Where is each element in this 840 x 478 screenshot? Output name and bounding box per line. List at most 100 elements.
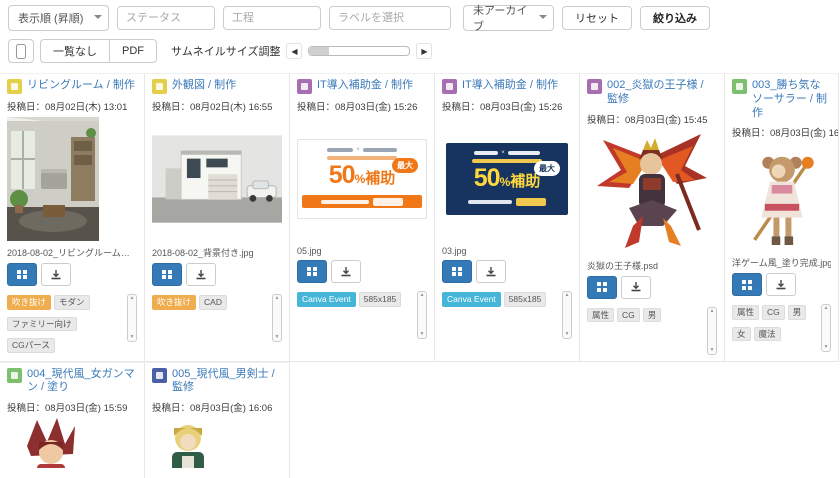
grid-view-button[interactable] xyxy=(7,263,37,286)
card-title-link[interactable]: 004_現代風_女ガンマン / 塗り xyxy=(27,368,137,396)
banner-footer-bar xyxy=(321,199,369,204)
grid-icon xyxy=(742,280,752,290)
grid-view-button[interactable] xyxy=(297,260,327,283)
card-title-link[interactable]: リビングルーム / 制作 xyxy=(27,79,135,93)
card-thumbnail[interactable]: × 50%補助 最大 xyxy=(442,115,572,243)
tag[interactable]: CGパース xyxy=(7,338,55,353)
tags-scrollbar[interactable]: ▲ ▼ xyxy=(417,291,427,339)
scroll-down-icon[interactable]: ▼ xyxy=(710,347,715,354)
card-thumbnail[interactable] xyxy=(152,416,282,468)
tag[interactable]: Canva Event xyxy=(442,292,501,307)
slider-handle[interactable] xyxy=(309,47,330,55)
pdf-button[interactable]: PDF xyxy=(109,39,157,63)
scroll-up-icon[interactable]: ▲ xyxy=(710,308,715,315)
tag[interactable]: 女 xyxy=(732,326,751,342)
tag[interactable]: 男 xyxy=(642,307,662,322)
download-button[interactable] xyxy=(766,273,796,297)
card-thumbnail[interactable] xyxy=(7,115,137,243)
tag[interactable]: 属性 xyxy=(587,307,615,322)
card-thumbnail[interactable] xyxy=(7,416,137,468)
card-checkbox[interactable] xyxy=(7,367,22,383)
grid-view-button[interactable] xyxy=(732,273,762,297)
scroll-up-icon[interactable]: ▲ xyxy=(420,292,425,299)
asset-card-banner-light: IT導入補助金 / 制作 投稿日：08月03日(金) 15:26 × 50%補助… xyxy=(290,73,435,362)
download-button[interactable] xyxy=(621,275,651,299)
tags-scrollbar[interactable]: ▲ ▼ xyxy=(272,294,282,342)
grid-view-button[interactable] xyxy=(152,263,182,286)
grid-view-button[interactable] xyxy=(587,275,617,299)
card-title-link[interactable]: 005_現代風_男剣士 / 監修 xyxy=(172,368,282,396)
view-mode-group: 一覧なし PDF xyxy=(40,39,157,63)
tag[interactable]: Canva Event xyxy=(297,292,356,307)
gunwoman-illustration xyxy=(7,416,93,468)
tags-scrollbar[interactable]: ▲ ▼ xyxy=(127,294,137,342)
scroll-down-icon[interactable]: ▼ xyxy=(275,334,280,341)
tag[interactable]: 585x185 xyxy=(358,292,402,307)
tag[interactable]: 属性 xyxy=(732,305,760,320)
download-button[interactable] xyxy=(186,263,216,286)
card-title-link[interactable]: IT導入補助金 / 制作 xyxy=(317,79,413,93)
slider-decrease-button[interactable]: ◀ xyxy=(286,43,303,59)
scroll-up-icon[interactable]: ▲ xyxy=(275,295,280,302)
card-checkbox[interactable] xyxy=(442,79,457,94)
tags-scrollbar[interactable]: ▲ ▼ xyxy=(707,306,717,355)
tag[interactable]: 585x185 xyxy=(503,292,547,307)
card-thumbnail[interactable] xyxy=(732,141,831,253)
tag[interactable]: モダン xyxy=(54,295,90,310)
card-checkbox[interactable] xyxy=(152,79,167,94)
card-checkbox[interactable] xyxy=(297,79,312,94)
download-button[interactable] xyxy=(331,260,361,283)
card-thumbnail[interactable] xyxy=(152,115,282,243)
slider-increase-button[interactable]: ▶ xyxy=(416,43,433,59)
scroll-down-icon[interactable]: ▼ xyxy=(824,344,829,351)
tag[interactable]: 男 xyxy=(787,305,807,320)
tag[interactable]: CG xyxy=(617,307,640,322)
tag[interactable]: 吹き抜け xyxy=(152,295,197,310)
tag[interactable]: 吹き抜け xyxy=(7,295,52,310)
scroll-down-icon[interactable]: ▼ xyxy=(130,334,135,341)
checkbox-inner xyxy=(591,83,598,90)
card-title-link[interactable]: 003_勝ち気なソーサラー / 制作 xyxy=(752,79,831,120)
card-thumbnail[interactable] xyxy=(587,128,717,256)
scroll-down-icon[interactable]: ▼ xyxy=(565,331,570,338)
card-posted-date: 投稿日：08月03日(金) 15:45 xyxy=(587,114,708,126)
scroll-down-icon[interactable]: ▼ xyxy=(420,331,425,338)
filter-button[interactable]: 絞り込み xyxy=(640,6,710,30)
scroll-up-icon[interactable]: ▲ xyxy=(565,292,570,299)
card-checkbox[interactable] xyxy=(7,79,22,94)
list-toggle-button[interactable]: 一覧なし xyxy=(40,39,109,63)
asset-card-swordsman: 005_現代風_男剣士 / 監修 投稿日：08月03日(金) 16:06 xyxy=(145,361,290,478)
tags-scrollbar[interactable]: ▲ ▼ xyxy=(821,304,831,353)
scroll-up-icon[interactable]: ▲ xyxy=(824,305,829,312)
process-input[interactable] xyxy=(223,6,321,30)
tag[interactable]: CAD xyxy=(199,295,227,310)
card-title-link[interactable]: IT導入補助金 / 制作 xyxy=(462,79,558,93)
tags-scrollbar[interactable]: ▲ ▼ xyxy=(562,291,572,339)
card-title-link[interactable]: 002_炎獄の王子様 / 監修 xyxy=(607,79,717,107)
thumbnail-size-slider[interactable] xyxy=(308,46,411,56)
asset-card-living-room: リビングルーム / 制作 投稿日：08月02日(木) 13:01 2018-08… xyxy=(0,73,145,362)
status-input[interactable] xyxy=(117,6,215,30)
asset-card-grid: リビングルーム / 制作 投稿日：08月02日(木) 13:01 2018-08… xyxy=(0,73,840,478)
label-select-input[interactable] xyxy=(329,6,451,30)
sort-order-select[interactable]: 表示順 (昇順) xyxy=(8,5,109,31)
banner-logo-bar xyxy=(362,148,397,152)
tag[interactable]: CG xyxy=(762,305,785,320)
card-posted-date: 投稿日：08月02日(木) 16:55 xyxy=(152,102,273,113)
archive-filter-select[interactable]: 未アーカイブ xyxy=(463,5,554,33)
download-button[interactable] xyxy=(41,263,71,286)
banner-subsidy-label: 補助 xyxy=(510,173,541,190)
tag[interactable]: 魔法 xyxy=(753,326,781,342)
grid-view-button[interactable] xyxy=(442,260,472,283)
banner-footer-bar xyxy=(468,200,512,204)
download-button[interactable] xyxy=(476,260,506,283)
card-title-link[interactable]: 外観図 / 制作 xyxy=(172,79,236,93)
tag[interactable]: ファミリー向け xyxy=(7,316,77,331)
card-checkbox[interactable] xyxy=(732,79,747,94)
card-thumbnail[interactable]: × 50%補助 最大 xyxy=(297,115,427,243)
reset-button[interactable]: リセット xyxy=(562,6,632,30)
scroll-up-icon[interactable]: ▲ xyxy=(130,295,135,302)
card-checkbox[interactable] xyxy=(587,79,602,94)
card-checkbox[interactable] xyxy=(152,367,167,383)
mobile-view-button[interactable] xyxy=(8,39,34,63)
